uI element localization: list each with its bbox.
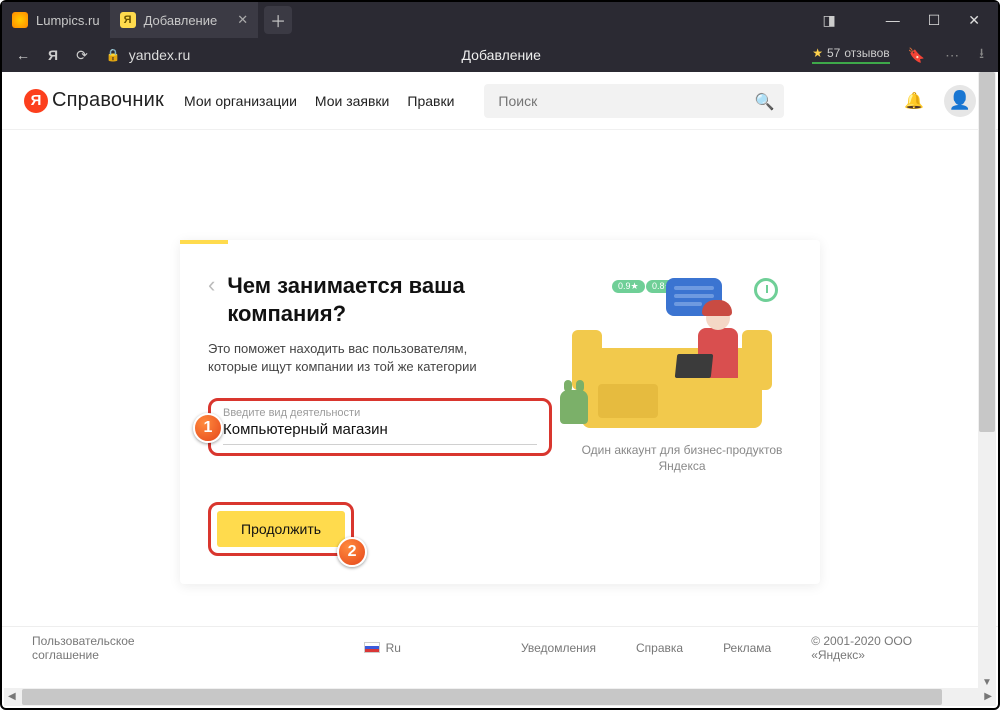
nav-my-requests[interactable]: Мои заявки <box>315 93 389 109</box>
card-heading: Чем занимается ваша компания? <box>227 272 552 328</box>
nav-edits[interactable]: Правки <box>407 93 454 109</box>
scroll-right-icon[interactable]: ▶ <box>984 688 992 706</box>
activity-input[interactable]: Компьютерный магазин <box>223 419 537 445</box>
illustration: 0.9★ 0.8★ <box>572 278 782 428</box>
reviews-badge[interactable]: ★ 57 отзывов <box>812 46 889 64</box>
logo-icon: Я <box>24 89 48 113</box>
activity-field-highlight: 1 Введите вид деятельности Компьютерный … <box>208 398 552 456</box>
avatar[interactable]: 👤 <box>944 85 976 117</box>
toolbar: ← Я ⟳ 🔒 yandex.ru Добавление ★ 57 отзыво… <box>2 38 998 72</box>
person-hair-shape <box>702 300 732 316</box>
continue-button-highlight: Продолжить 2 <box>208 502 354 556</box>
lock-icon: 🔒 <box>106 48 121 62</box>
search-icon[interactable]: 🔍 <box>754 92 774 112</box>
site-header: Я Справочник Мои организации Мои заявки … <box>2 72 998 130</box>
rating-pill: 0.9★ <box>612 280 645 293</box>
star-icon: ★ <box>812 46 823 60</box>
step-badge-2: 2 <box>337 537 367 567</box>
bell-icon[interactable]: 🔔 <box>904 91 924 111</box>
field-label: Введите вид деятельности <box>223 407 537 419</box>
cushion-shape <box>598 384 658 418</box>
footer-ads[interactable]: Реклама <box>723 641 771 655</box>
footer-copyright: © 2001-2020 ООО «Яндекс» <box>811 634 968 662</box>
close-icon[interactable]: ✕ <box>237 12 248 28</box>
page-content: Я Справочник Мои организации Мои заявки … <box>2 72 998 688</box>
footer-help[interactable]: Справка <box>636 641 683 655</box>
site-footer: Пользовательское соглашение Ru Уведомлен… <box>2 626 998 668</box>
search-input[interactable] <box>484 84 784 118</box>
titlebar: Lumpics.ru Я Добавление ✕ ＋ ◨ ― ☐ ✕ <box>2 2 998 38</box>
tab-title: Добавление <box>144 13 218 28</box>
menu-icon[interactable]: ⋯ <box>945 47 959 64</box>
scroll-left-icon[interactable]: ◀ <box>8 688 16 706</box>
horizontal-scrollbar[interactable]: ◀ ▶ <box>4 688 996 706</box>
reviews-label: отзывов <box>844 46 889 60</box>
step-badge-1: 1 <box>193 413 223 443</box>
back-icon[interactable]: ← <box>16 47 30 63</box>
page-title: Добавление <box>208 47 794 63</box>
lang-label: Ru <box>386 641 401 655</box>
main-nav: Мои организации Мои заявки Правки <box>184 93 454 109</box>
scroll-thumb[interactable] <box>979 72 995 432</box>
tab-active[interactable]: Я Добавление ✕ <box>110 2 259 38</box>
reviews-count: 57 <box>827 46 840 60</box>
sidebar-icon[interactable]: ◨ <box>822 12 835 29</box>
clock-icon <box>754 278 778 302</box>
search-box[interactable]: 🔍 <box>484 84 784 118</box>
card-illustration-panel: 0.9★ 0.8★ Один аккаунт для бизнес-продук… <box>572 272 792 556</box>
tab-title: Lumpics.ru <box>36 13 100 28</box>
vertical-scrollbar[interactable]: ▲ ▼ <box>978 72 996 688</box>
footer-agreement[interactable]: Пользовательское соглашение <box>32 634 204 662</box>
illustration-caption: Один аккаунт для бизнес-продуктов Яндекс… <box>572 442 792 474</box>
close-window-icon[interactable]: ✕ <box>968 12 980 29</box>
card-subtitle: Это поможет находить вас пользователям, … <box>208 340 498 376</box>
minimize-icon[interactable]: ― <box>886 12 900 28</box>
laptop-shape <box>675 354 714 378</box>
dog-shape <box>560 390 588 424</box>
yandex-icon[interactable]: Я <box>48 47 58 63</box>
url-domain: yandex.ru <box>129 47 190 63</box>
reload-icon[interactable]: ⟳ <box>76 47 88 64</box>
continue-button[interactable]: Продолжить <box>217 511 345 547</box>
scroll-down-icon[interactable]: ▼ <box>978 677 996 688</box>
logo-text: Справочник <box>52 89 164 112</box>
language-switch[interactable]: Ru <box>364 641 401 655</box>
window-controls: ◨ ― ☐ ✕ <box>822 12 998 29</box>
nav-my-orgs[interactable]: Мои организации <box>184 93 297 109</box>
browser-chrome: Lumpics.ru Я Добавление ✕ ＋ ◨ ― ☐ ✕ ← Я … <box>2 2 998 72</box>
scroll-thumb[interactable] <box>22 689 942 705</box>
downloads-icon[interactable]: ⭳ <box>979 43 984 67</box>
maximize-icon[interactable]: ☐ <box>928 12 941 29</box>
flag-icon <box>364 642 380 653</box>
favicon-icon <box>12 12 28 28</box>
address-bar[interactable]: 🔒 yandex.ru <box>106 47 190 63</box>
new-tab-button[interactable]: ＋ <box>264 6 292 34</box>
tab-lumpics[interactable]: Lumpics.ru <box>2 2 110 38</box>
footer-notifications[interactable]: Уведомления <box>521 641 596 655</box>
bookmark-icon[interactable]: 🔖 <box>908 47 925 64</box>
back-chevron-icon[interactable]: ‹ <box>208 272 215 298</box>
favicon-icon: Я <box>120 12 136 28</box>
logo[interactable]: Я Справочник <box>24 89 164 113</box>
onboarding-card: ‹ Чем занимается ваша компания? Это помо… <box>180 240 820 584</box>
